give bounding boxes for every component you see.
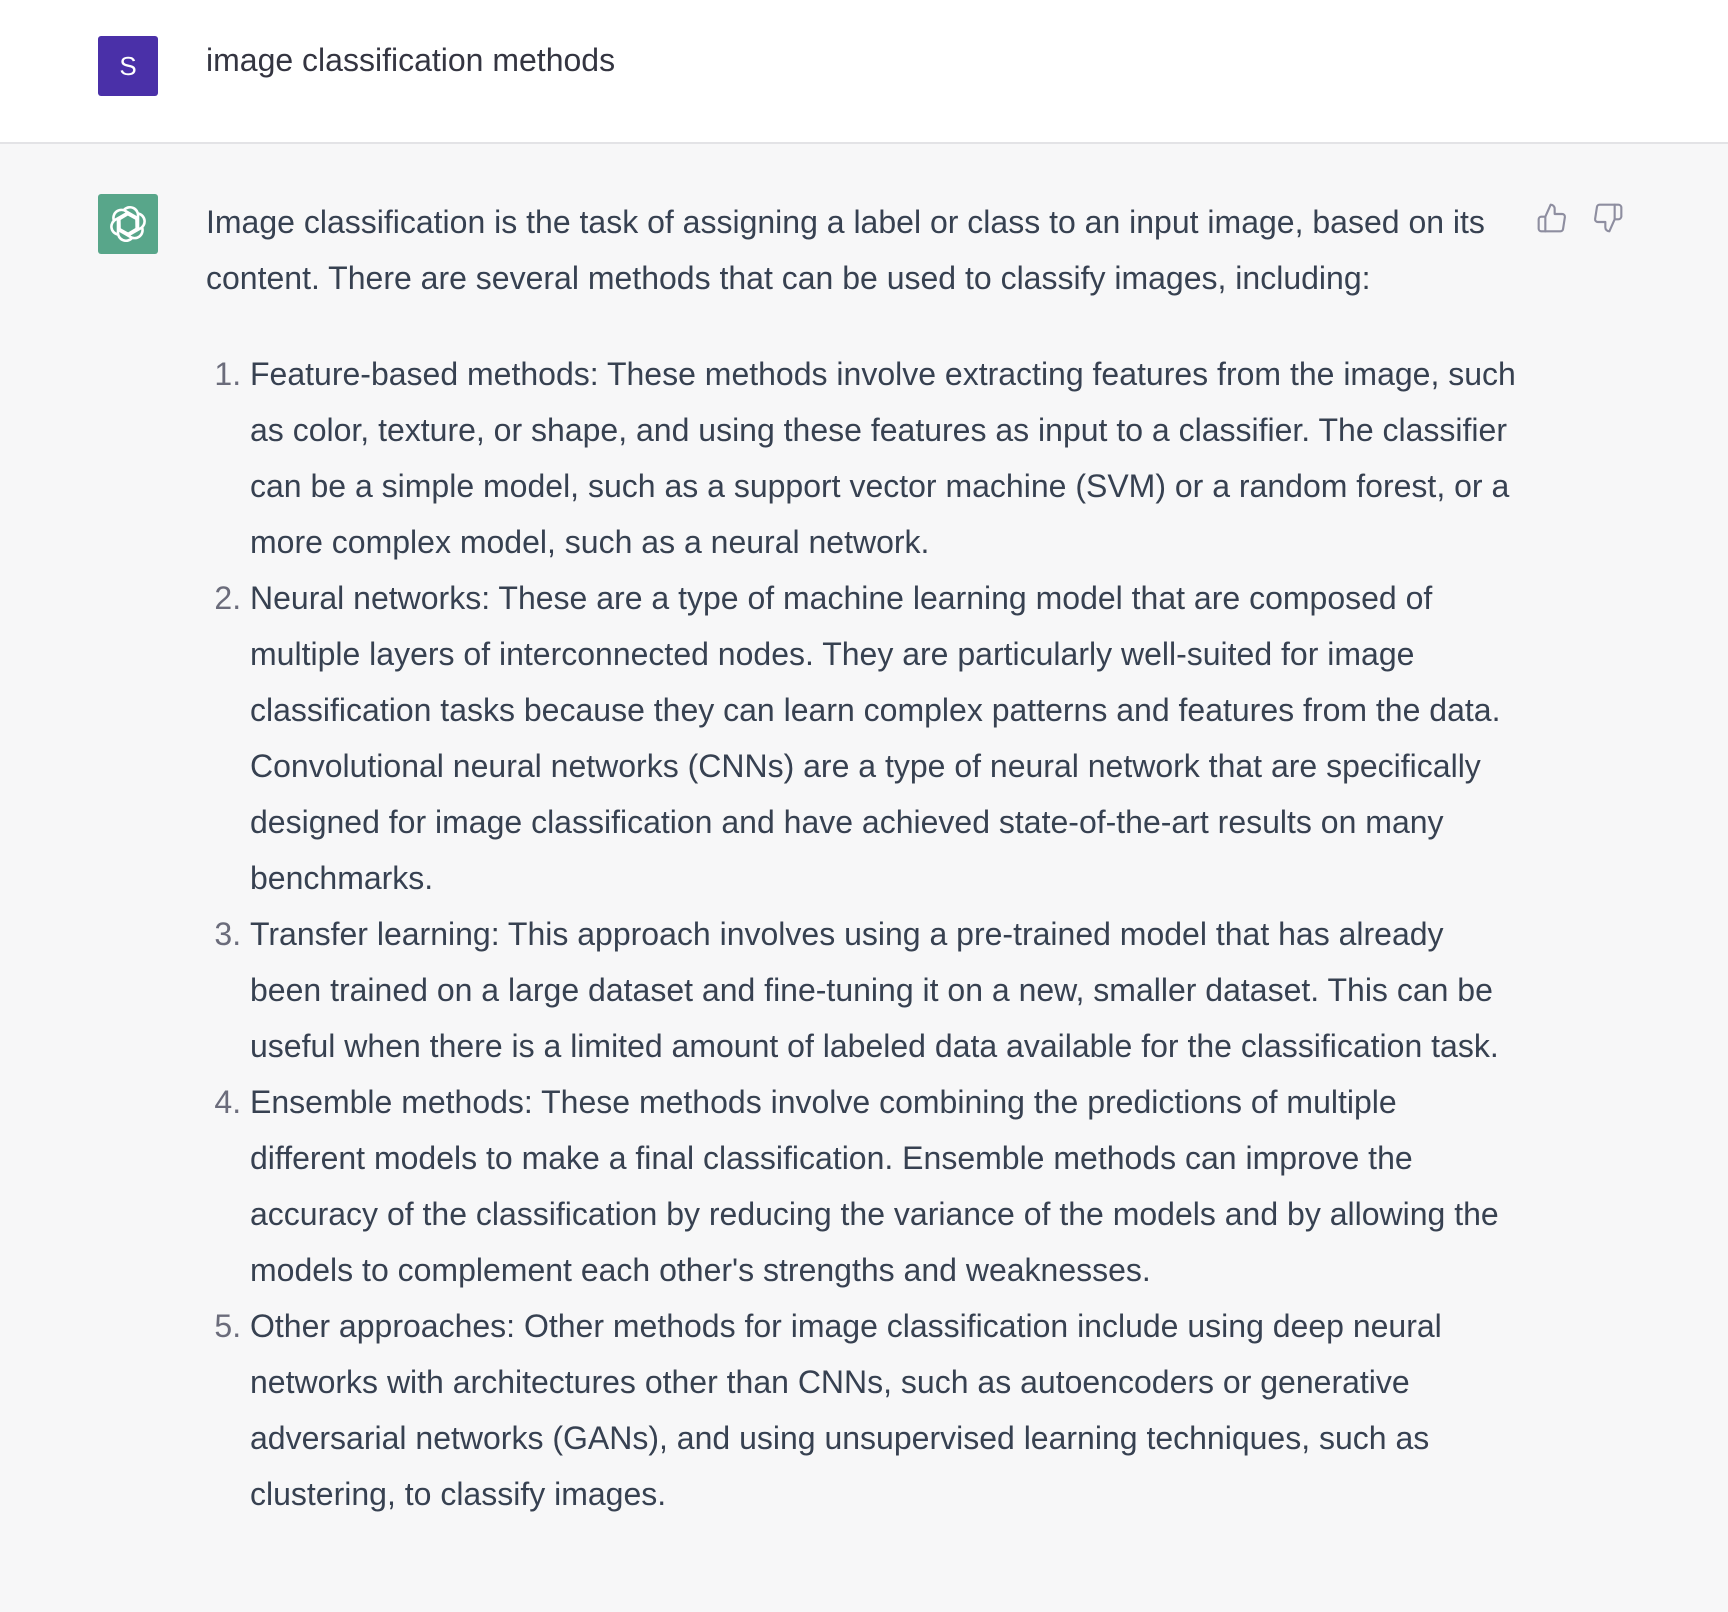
thumbs-up-icon (1537, 203, 1566, 233)
list-item: Feature-based methods: These methods inv… (250, 346, 1516, 570)
thumbs-up-button[interactable] (1532, 198, 1572, 238)
user-avatar: S (98, 36, 158, 96)
list-item: Other approaches: Other methods for imag… (250, 1298, 1516, 1522)
openai-logo-icon (110, 205, 146, 243)
user-avatar-letter: S (119, 50, 137, 81)
user-message-row: S image classification methods (0, 0, 1728, 144)
list-item: Transfer learning: This approach involve… (250, 906, 1516, 1074)
methods-list: Feature-based methods: These methods inv… (206, 346, 1516, 1522)
thumbs-down-icon (1594, 203, 1623, 233)
assistant-avatar (98, 194, 158, 254)
list-item: Ensemble methods: These methods involve … (250, 1074, 1516, 1298)
list-item: Neural networks: These are a type of mac… (250, 570, 1516, 906)
user-message-text: image classification methods (206, 42, 616, 78)
chat-page: S image classification methods Image cla… (0, 0, 1728, 1612)
assistant-intro: Image classification is the task of assi… (206, 204, 1485, 296)
thumbs-down-button[interactable] (1588, 198, 1628, 238)
assistant-message: Image classification is the task of assi… (206, 194, 1516, 1522)
